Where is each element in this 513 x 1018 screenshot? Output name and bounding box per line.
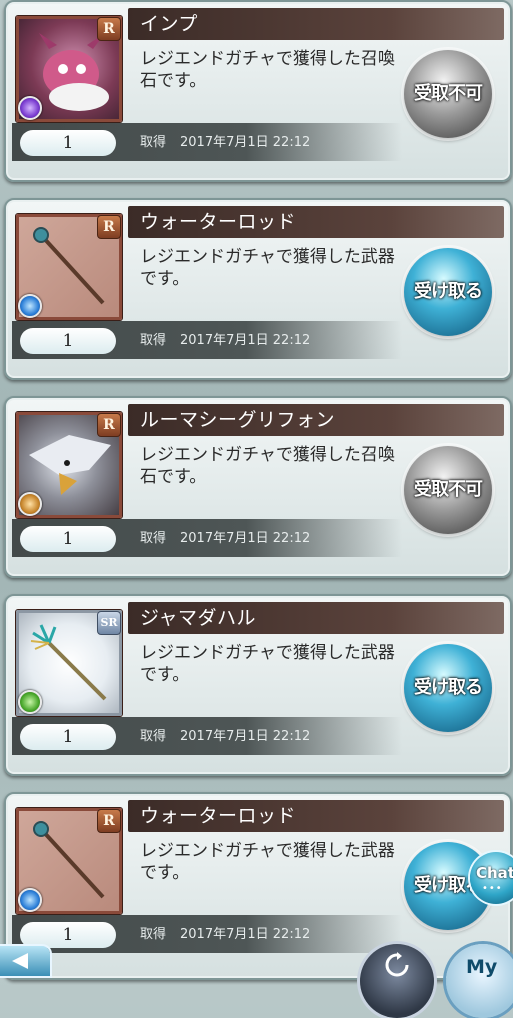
rarity-badge: SR [97, 611, 121, 635]
back-arrow-icon [12, 953, 28, 969]
chat-dots-icon: ••• [482, 883, 503, 894]
acquired-label: 取得 [140, 729, 167, 744]
gift-card: R インプ レジエンドガチャで獲得した召喚石です。 1 取得 2017年7月1日 … [4, 0, 512, 182]
item-name: インプ [140, 13, 198, 35]
item-description: レジエンドガチャで獲得した武器です。 [140, 841, 395, 883]
acquired-info: 取得 2017年7月1日 22:12 [140, 528, 310, 550]
reload-icon [385, 952, 409, 977]
trident-weapon-thumbnail[interactable]: SR [16, 610, 122, 716]
acquired-label: 取得 [140, 531, 167, 546]
imp-summon-thumbnail[interactable]: R [16, 16, 122, 122]
button-label: 受け取る [414, 281, 483, 302]
receive-unavailable-button[interactable]: 受取不可 [404, 446, 492, 534]
back-button[interactable] [0, 946, 50, 976]
acquired-info: 取得 2017年7月1日 22:12 [140, 924, 310, 946]
acquired-date: 2017年7月1日 22:12 [180, 333, 311, 348]
item-name: ウォーターロッド [140, 805, 297, 827]
item-description: レジエンドガチャで獲得した召喚石です。 [140, 445, 395, 487]
water-rod-thumbnail[interactable]: R [16, 808, 122, 914]
chat-label: Chat [476, 864, 513, 882]
acquired-info: 取得 2017年7月1日 22:12 [140, 330, 310, 352]
item-name: ルーマシーグリフォン [140, 409, 336, 431]
water-element-icon [18, 294, 42, 318]
quantity-pill: 1 [20, 328, 116, 354]
rarity-badge: R [97, 413, 121, 437]
my-page-button[interactable]: My [446, 944, 513, 1018]
quantity-pill: 1 [20, 724, 116, 750]
acquired-date: 2017年7月1日 22:12 [180, 531, 311, 546]
button-label: 受取不可 [414, 479, 483, 500]
water-element-icon [18, 888, 42, 912]
item-description: レジエンドガチャで獲得した召喚石です。 [140, 49, 395, 91]
button-label: 受取不可 [414, 83, 483, 104]
gift-card: SR ジャマダハル レジエンドガチャで獲得した武器です。 1 取得 2017年7月… [4, 594, 512, 776]
dark-element-icon [18, 96, 42, 120]
receive-button[interactable]: 受け取る [404, 644, 492, 732]
rarity-badge: R [97, 215, 121, 239]
acquired-label: 取得 [140, 135, 167, 150]
item-description: レジエンドガチャで獲得した武器です。 [140, 247, 395, 289]
gift-card: R ウォーターロッド レジエンドガチャで獲得した武器です。 1 取得 2017年7… [4, 792, 512, 980]
acquired-info: 取得 2017年7月1日 22:12 [140, 132, 310, 154]
griffon-summon-thumbnail[interactable]: R [16, 412, 122, 518]
acquired-label: 取得 [140, 927, 167, 942]
receive-button[interactable]: 受け取る [404, 248, 492, 336]
gift-card: R ウォーターロッド レジエンドガチャで獲得した武器です。 1 取得 2017年7… [4, 198, 512, 380]
gift-card: R ルーマシーグリフォン レジエンドガチャで獲得した召喚石です。 1 取得 201… [4, 396, 512, 578]
acquired-info: 取得 2017年7月1日 22:12 [140, 726, 310, 748]
acquired-date: 2017年7月1日 22:12 [180, 729, 311, 744]
receive-unavailable-button[interactable]: 受取不可 [404, 50, 492, 138]
reload-button[interactable] [360, 944, 434, 1018]
quantity-pill: 1 [20, 922, 116, 948]
chat-button[interactable]: Chat ••• [470, 852, 513, 904]
my-page-label: My [466, 956, 498, 978]
rarity-badge: R [97, 17, 121, 41]
button-label: 受け取る [414, 677, 483, 698]
earth-element-icon [18, 492, 42, 516]
item-description: レジエンドガチャで獲得した武器です。 [140, 643, 395, 685]
item-name: ジャマダハル [140, 607, 257, 629]
acquired-date: 2017年7月1日 22:12 [180, 135, 311, 150]
wind-element-icon [18, 690, 42, 714]
acquired-label: 取得 [140, 333, 167, 348]
rarity-badge: R [97, 809, 121, 833]
water-rod-thumbnail[interactable]: R [16, 214, 122, 320]
acquired-date: 2017年7月1日 22:12 [180, 927, 311, 942]
quantity-pill: 1 [20, 130, 116, 156]
quantity-pill: 1 [20, 526, 116, 552]
item-name: ウォーターロッド [140, 211, 297, 233]
